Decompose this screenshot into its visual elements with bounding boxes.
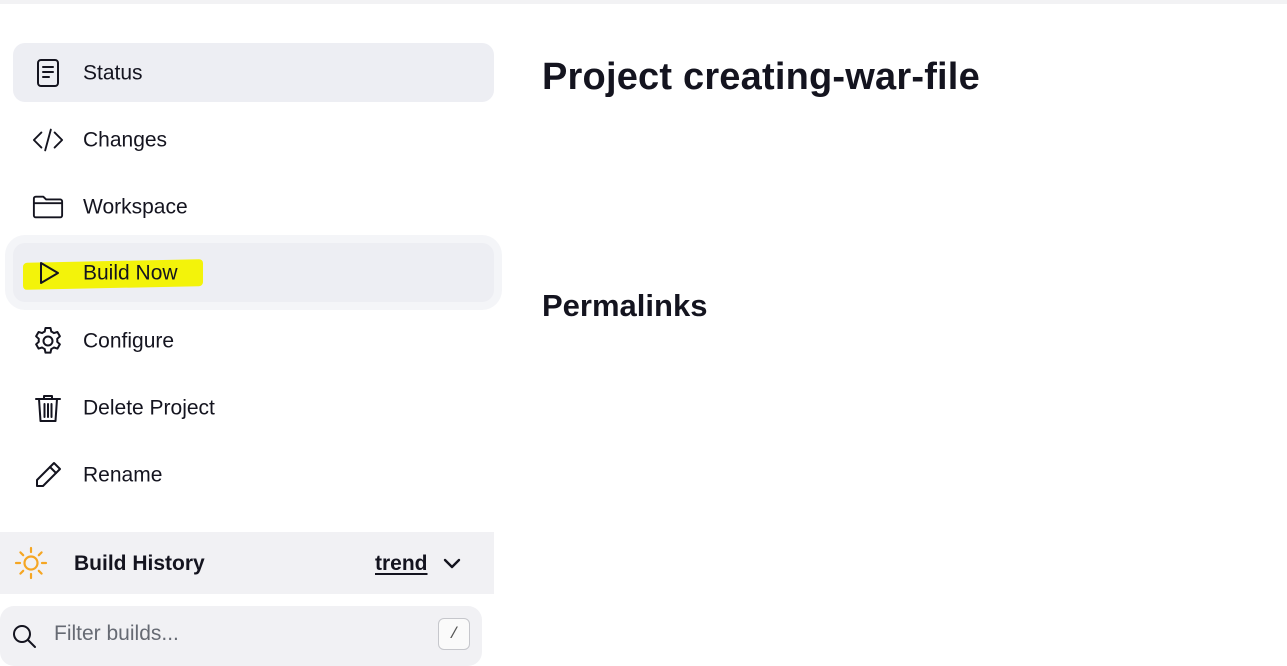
sidebar-item-delete-project[interactable]: Delete Project (13, 378, 494, 437)
document-icon (32, 57, 64, 89)
sun-icon (14, 546, 48, 580)
sidebar-item-label: Changes (83, 128, 168, 151)
sidebar-item-label: Build Now (83, 261, 178, 284)
sidebar-item-rename[interactable]: Rename (13, 445, 494, 504)
gear-icon (32, 325, 64, 357)
trash-icon (32, 392, 64, 424)
sidebar-item-label: Workspace (83, 195, 188, 218)
play-icon (32, 257, 64, 289)
page-title: Project creating-war-file (542, 56, 980, 98)
sidebar-item-label: Configure (83, 329, 175, 352)
main-content: Project creating-war-file Permalinks (542, 0, 1287, 633)
code-icon (32, 124, 64, 156)
chevron-down-icon[interactable] (440, 552, 464, 576)
filter-builds-box: / (0, 606, 482, 666)
sidebar-item-configure[interactable]: Configure (13, 311, 494, 370)
search-icon (10, 622, 38, 650)
sidebar-item-status[interactable]: Status (13, 43, 494, 102)
sidebar-item-label: Rename (83, 463, 163, 486)
sidebar-item-build-now[interactable]: Build Now (13, 243, 494, 302)
sidebar-item-workspace[interactable]: Workspace (13, 177, 494, 236)
permalinks-heading: Permalinks (542, 288, 708, 323)
trend-link[interactable]: trend (375, 552, 428, 576)
sidebar-item-label: Delete Project (83, 396, 215, 419)
sidebar-item-changes[interactable]: Changes (13, 110, 494, 169)
build-history-title: Build History (74, 552, 205, 575)
side-panel: Status Changes Workspace Build Now Confi… (0, 0, 510, 666)
build-history-header: Build History trend (0, 532, 494, 594)
sidebar-item-label: Status (83, 61, 143, 84)
folder-icon (32, 191, 64, 223)
keyboard-shortcut-hint: / (438, 618, 470, 650)
pencil-icon (32, 459, 64, 491)
filter-builds-input[interactable] (52, 618, 416, 650)
